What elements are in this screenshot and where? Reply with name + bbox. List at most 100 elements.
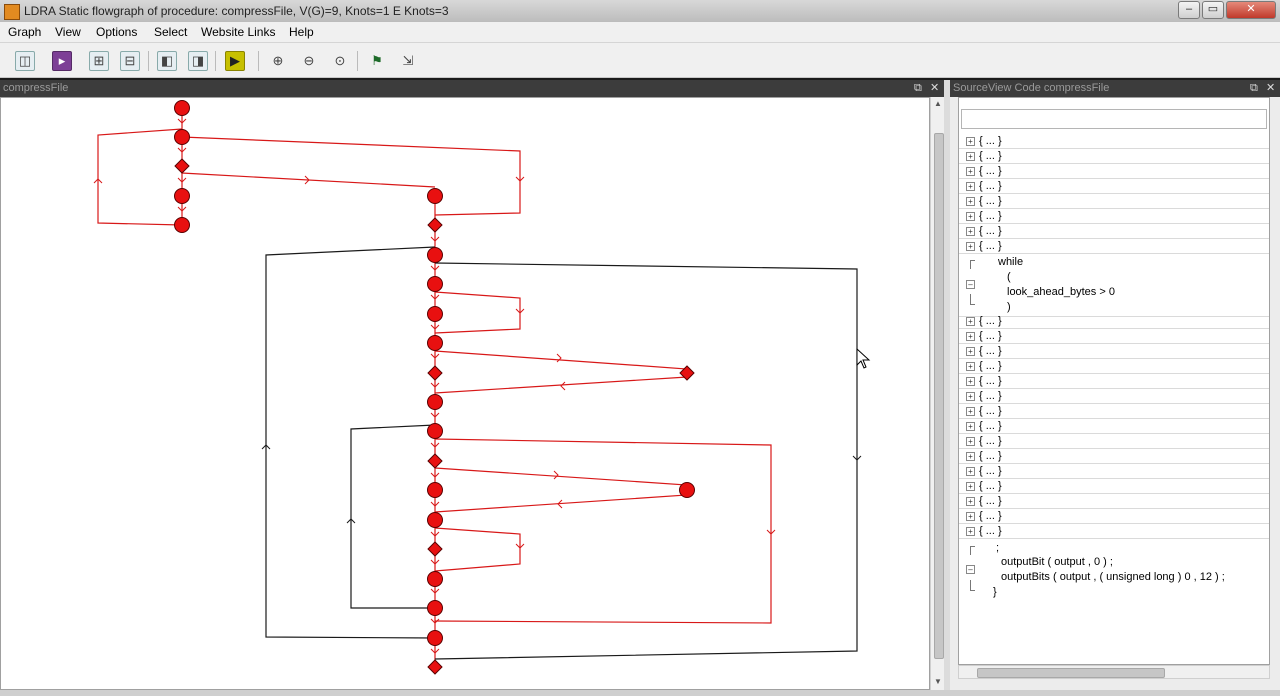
code-line-collapsed: +{ ... } (959, 344, 1269, 359)
run-icon[interactable]: ▶ (225, 51, 245, 71)
expand-plus-icon[interactable]: + (966, 212, 975, 221)
expand-plus-icon[interactable]: + (966, 227, 975, 236)
flowgraph-svg (93, 100, 871, 675)
flow-node-circle (427, 188, 443, 204)
code-pane-restore-icon[interactable]: ⧉ (1250, 80, 1258, 97)
menu-bar: Graph View Options Select Website Links … (0, 22, 1280, 43)
graph-scroll-thumb[interactable] (934, 133, 944, 659)
expand-plus-icon[interactable]: + (966, 437, 975, 446)
tail-code-block: – ; outputBit ( output , 0 ) ; outputBit… (959, 540, 1269, 602)
flag-icon[interactable]: ⚑ (367, 51, 387, 71)
code-scroll-thumb[interactable] (977, 668, 1165, 678)
code-line-collapsed: +{ ... } (959, 239, 1269, 254)
statement-semicolon: ; (996, 542, 1000, 554)
scroll-up-arrow[interactable]: ▲ (933, 99, 943, 109)
scroll-down-arrow[interactable]: ▼ (933, 677, 943, 687)
expand-plus-icon[interactable]: + (966, 137, 975, 146)
expand-plus-icon[interactable]: + (966, 392, 975, 401)
expand-plus-icon[interactable]: + (966, 197, 975, 206)
expand-plus-icon[interactable]: + (966, 482, 975, 491)
expand-plus-icon[interactable]: + (966, 407, 975, 416)
export-icon[interactable]: ⇲ (398, 51, 418, 71)
statement-output-bit: outputBit ( output , 0 ) ; (1001, 556, 1113, 568)
mouse-cursor-icon (856, 347, 871, 369)
flow-edge (181, 166, 436, 188)
flow-node-diamond (427, 659, 443, 675)
menu-options[interactable]: Options (96, 25, 137, 39)
expand-plus-icon[interactable]: + (966, 317, 975, 326)
code-line-collapsed: +{ ... } (959, 164, 1269, 179)
expand-plus-icon[interactable]: + (966, 347, 975, 356)
statement-output-bits: outputBits ( output , ( unsigned long ) … (1001, 571, 1225, 583)
code-line-collapsed: +{ ... } (959, 389, 1269, 404)
menu-view[interactable]: View (55, 25, 81, 39)
expand-plus-icon[interactable]: + (966, 512, 975, 521)
menu-website-links[interactable]: Website Links (201, 25, 275, 39)
flow-node-circle (174, 100, 190, 116)
expand-plus-icon[interactable]: + (966, 422, 975, 431)
prev-icon[interactable]: ◧ (157, 51, 177, 71)
code-pane-close-icon[interactable]: ✕ (1266, 80, 1275, 97)
collapse-icon[interactable]: ⊟ (120, 51, 140, 71)
flow-node-diamond (427, 365, 443, 381)
toolbar-separator (148, 51, 149, 71)
code-line-collapsed: +{ ... } (959, 134, 1269, 149)
code-horizontal-scrollbar[interactable] (958, 665, 1270, 679)
expand-plus-icon[interactable]: + (966, 452, 975, 461)
code-line-collapsed: +{ ... } (959, 224, 1269, 239)
flow-node-circle (427, 571, 443, 587)
expand-plus-icon[interactable]: + (966, 182, 975, 191)
play-icon[interactable]: ▸ (52, 51, 72, 71)
graph-pane-restore-icon[interactable]: ⧉ (914, 80, 922, 97)
expand-plus-icon[interactable]: + (966, 362, 975, 371)
graph-vertical-scrollbar[interactable]: ▲ ▼ (930, 97, 945, 690)
zoom-out-icon[interactable]: ⊖ (299, 51, 319, 71)
code-line-collapsed: +{ ... } (959, 494, 1269, 509)
expand-plus-icon[interactable]: + (966, 332, 975, 341)
expand-plus-icon[interactable]: + (966, 242, 975, 251)
flow-edge (350, 424, 436, 609)
code-line-collapsed: +{ ... } (959, 419, 1269, 434)
code-search-field[interactable] (961, 109, 1267, 129)
zoom-fit-icon[interactable]: ⊙ (330, 51, 350, 71)
flow-node-diamond (427, 217, 443, 233)
while-condition: look_ahead_bytes > 0 (1007, 286, 1115, 298)
flow-node-circle (427, 630, 443, 646)
flow-node-circle (427, 423, 443, 439)
menu-graph[interactable]: Graph (8, 25, 41, 39)
graph-pane-close-icon[interactable]: ✕ (930, 80, 939, 97)
code-line-collapsed: +{ ... } (959, 449, 1269, 464)
maximize-button[interactable]: ▭ (1202, 1, 1224, 19)
toolbar-separator (215, 51, 216, 71)
expand-plus-icon[interactable]: + (966, 167, 975, 176)
flow-node-diamond (427, 453, 443, 469)
flow-node-circle (427, 394, 443, 410)
menu-select[interactable]: Select (154, 25, 187, 39)
source-code-view: +{ ... } +{ ... } +{ ... } +{ ... } +{ .… (958, 97, 1270, 665)
collapse-minus-icon[interactable]: – (966, 280, 975, 289)
close-button[interactable]: ✕ (1226, 1, 1276, 19)
expand-plus-icon[interactable]: + (966, 152, 975, 161)
flow-node-circle (427, 482, 443, 498)
expand-plus-icon[interactable]: + (966, 377, 975, 386)
code-line-collapsed: +{ ... } (959, 404, 1269, 419)
expand-plus-icon[interactable]: + (966, 497, 975, 506)
flowgraph-canvas[interactable] (0, 97, 930, 690)
expand-plus-icon[interactable]: + (966, 527, 975, 536)
expand-icon[interactable]: ⊞ (89, 51, 109, 71)
pane-divider[interactable] (944, 80, 950, 696)
minimize-button[interactable]: – (1178, 1, 1200, 19)
app-icon (4, 4, 20, 20)
fit-icon[interactable]: ◫ (15, 51, 35, 71)
code-line-collapsed: +{ ... } (959, 374, 1269, 389)
flow-edge (434, 262, 858, 660)
expand-plus-icon[interactable]: + (966, 467, 975, 476)
menu-help[interactable]: Help (289, 25, 314, 39)
code-line-collapsed: +{ ... } (959, 359, 1269, 374)
close-paren: ) (1007, 301, 1011, 313)
code-line-collapsed: +{ ... } (959, 149, 1269, 164)
collapse-minus-icon[interactable]: – (966, 565, 975, 574)
next-icon[interactable]: ◨ (188, 51, 208, 71)
zoom-in-icon[interactable]: ⊕ (268, 51, 288, 71)
edge-arrow (560, 381, 566, 391)
